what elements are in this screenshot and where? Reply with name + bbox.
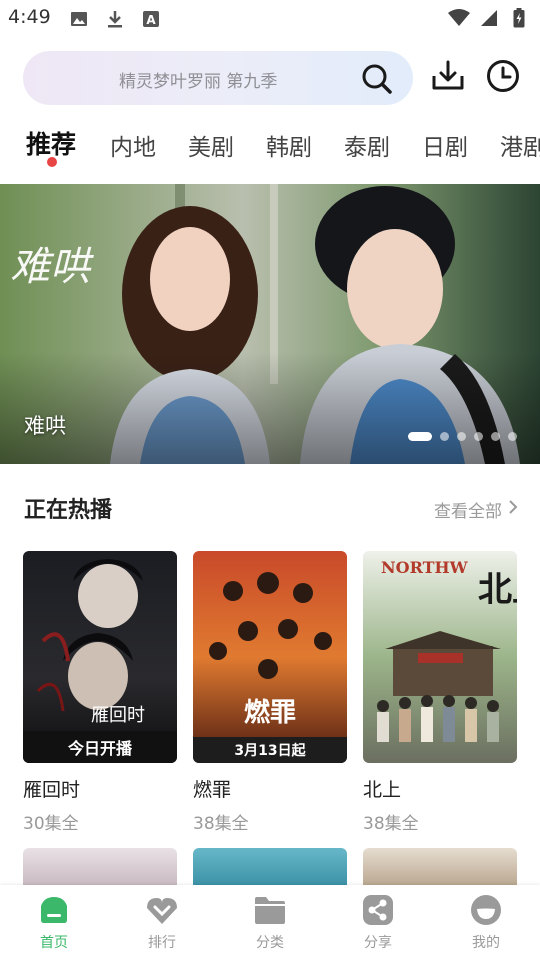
download-icon xyxy=(431,59,465,97)
tab-mainland[interactable]: 内地 xyxy=(110,128,156,162)
a-icon: A xyxy=(140,8,162,30)
drama-card[interactable]: NORTHW 北上 北上 38集全 xyxy=(363,551,517,834)
banner-dot-active xyxy=(408,432,432,441)
chevron-right-icon xyxy=(508,499,518,520)
nav-profile[interactable]: 我的 xyxy=(446,893,526,952)
drama-card-partial[interactable] xyxy=(23,848,177,888)
tab-recommend[interactable]: 推荐 xyxy=(26,125,76,161)
section-title: 正在热播 xyxy=(24,498,113,523)
nav-label: 排行 xyxy=(148,935,176,951)
drama-card-partial[interactable] xyxy=(193,848,347,888)
nav-label: 我的 xyxy=(472,935,500,951)
banner-calligraphy-logo: 难哄 xyxy=(10,244,90,290)
tab-korean-drama[interactable]: 韩剧 xyxy=(266,128,312,162)
search-icon[interactable] xyxy=(361,63,393,99)
wifi-icon xyxy=(448,7,470,29)
tab-thai-drama[interactable]: 泰剧 xyxy=(344,128,390,162)
see-all-label: 查看全部 xyxy=(434,502,502,522)
episode-count: 30集全 xyxy=(23,814,79,834)
svg-text:雁回时: 雁回时 xyxy=(91,705,145,726)
see-all-link[interactable]: 查看全部 xyxy=(434,497,518,522)
banner-pagination xyxy=(408,432,517,441)
drama-card[interactable]: 燃罪 3月13日起 燃罪 38集全 xyxy=(193,551,347,834)
drama-poster[interactable]: 燃罪 3月13日起 xyxy=(193,551,347,763)
svg-text:NORTHW: NORTHW xyxy=(381,558,469,577)
drama-card-partial[interactable] xyxy=(363,848,517,888)
svg-text:燃罪: 燃罪 xyxy=(244,698,296,728)
banner-image xyxy=(0,184,540,464)
svg-text:A: A xyxy=(146,13,156,27)
banner-dot xyxy=(474,432,483,441)
drama-title[interactable]: 北上 xyxy=(363,775,401,802)
status-time: 4:49 xyxy=(8,6,51,28)
download-icon xyxy=(104,8,126,30)
history-button[interactable] xyxy=(485,60,521,96)
drama-poster[interactable]: 雁回时 今日开播 xyxy=(23,551,177,763)
banner-caption: 难哄 xyxy=(24,414,66,438)
share-icon xyxy=(361,893,395,927)
image-icon xyxy=(68,8,90,30)
nav-label: 分类 xyxy=(256,935,284,951)
ranking-icon xyxy=(145,893,179,927)
profile-icon xyxy=(469,893,503,927)
drama-title[interactable]: 燃罪 xyxy=(193,775,231,802)
category-tabs: 推荐 内地 美剧 韩剧 泰剧 日剧 港剧 xyxy=(0,120,540,172)
search-bar[interactable]: 精灵梦叶罗丽 第九季 xyxy=(23,51,413,105)
banner-dot xyxy=(457,432,466,441)
episode-count: 38集全 xyxy=(363,814,419,834)
bottom-nav: 首页 排行 分类 分享 我的 xyxy=(0,885,540,960)
poster-tag: 3月13日起 xyxy=(193,737,347,763)
nav-label: 分享 xyxy=(364,935,392,951)
search-input[interactable]: 精灵梦叶罗丽 第九季 xyxy=(119,67,277,92)
tab-hk-drama[interactable]: 港剧 xyxy=(500,128,540,162)
nav-category[interactable]: 分类 xyxy=(230,893,310,952)
poster-tag: 今日开播 xyxy=(23,731,177,763)
nav-ranking[interactable]: 排行 xyxy=(122,893,202,952)
battery-icon xyxy=(508,7,530,29)
tab-us-drama[interactable]: 美剧 xyxy=(188,128,234,162)
nav-home[interactable]: 首页 xyxy=(14,893,94,952)
banner-dot xyxy=(508,432,517,441)
nav-label: 首页 xyxy=(40,935,68,951)
download-button[interactable] xyxy=(430,60,466,96)
banner-dot xyxy=(491,432,500,441)
tab-japanese-drama[interactable]: 日剧 xyxy=(422,128,468,162)
drama-title[interactable]: 雁回时 xyxy=(23,775,80,802)
episode-count: 38集全 xyxy=(193,814,249,834)
history-icon xyxy=(486,59,520,97)
signal-icon xyxy=(478,7,500,29)
svg-text:北上: 北上 xyxy=(478,570,517,610)
hero-banner[interactable]: 难哄 难哄 xyxy=(0,184,540,464)
nav-share[interactable]: 分享 xyxy=(338,893,418,952)
drama-poster[interactable]: NORTHW 北上 xyxy=(363,551,517,763)
banner-dot xyxy=(440,432,449,441)
folder-icon xyxy=(253,893,287,927)
status-bar: 4:49 A xyxy=(0,0,540,38)
home-icon xyxy=(37,893,71,927)
active-tab-indicator xyxy=(47,157,57,167)
drama-card[interactable]: 雁回时 今日开播 雁回时 30集全 xyxy=(23,551,177,834)
